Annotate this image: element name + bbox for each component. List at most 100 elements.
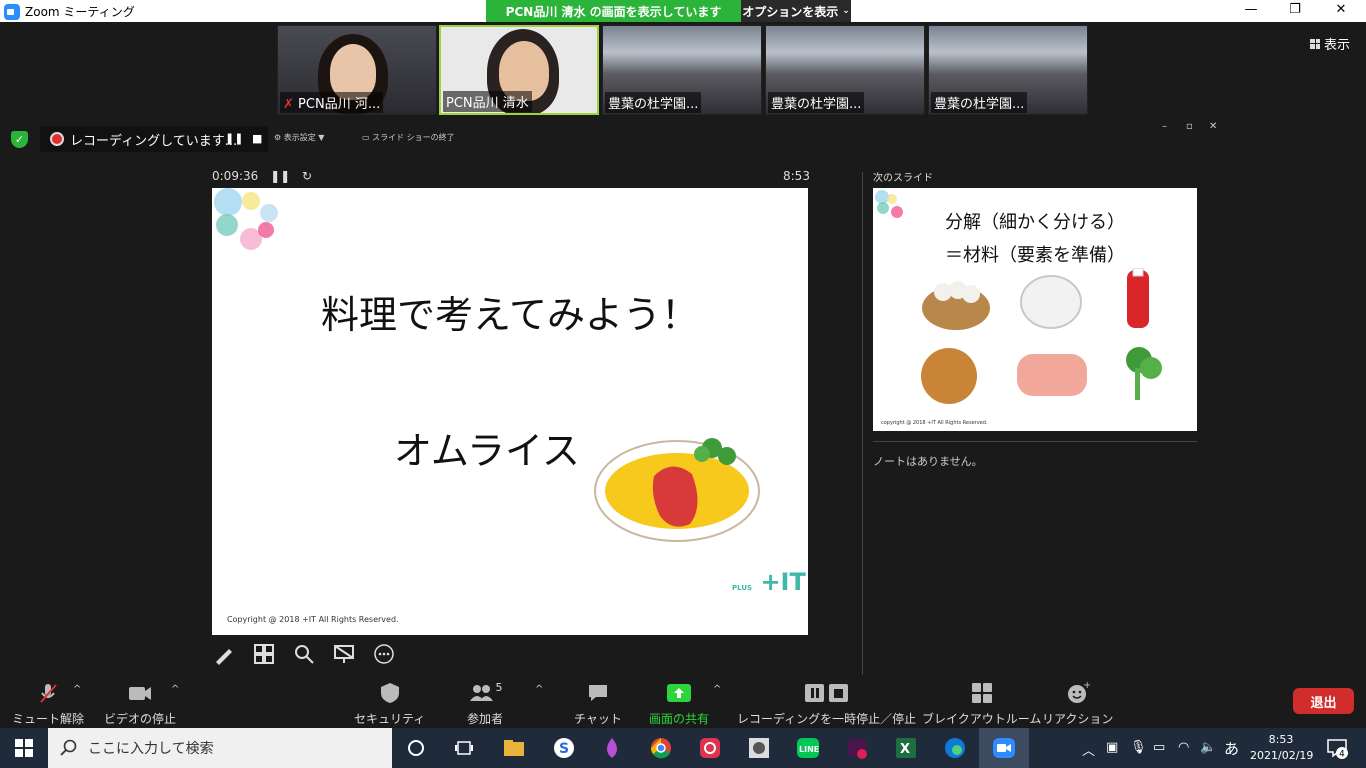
chevron-down-icon: ⌄ xyxy=(842,6,850,16)
file-explorer-icon[interactable] xyxy=(502,736,526,760)
participants-options-caret[interactable]: ^ xyxy=(535,684,543,695)
creative-cloud-icon[interactable] xyxy=(698,736,722,760)
pp-minimize-icon[interactable]: – xyxy=(1162,121,1167,132)
meet-now-icon[interactable]: ▣ xyxy=(1106,740,1118,755)
pp-restore-icon[interactable]: ▫ xyxy=(1186,121,1193,132)
pause-stop-recording-button[interactable]: レコーディングを一時停止／停止 xyxy=(737,681,916,727)
breakout-grid-icon xyxy=(970,681,994,705)
task-view-icon[interactable] xyxy=(452,736,476,760)
plus-it-logo: PLUS +IT xyxy=(732,568,806,596)
next-slide-line1: 分解（細かく分ける） xyxy=(945,212,1125,233)
pause-recording-icon[interactable]: ❚❚ xyxy=(225,132,243,145)
video-camera-icon xyxy=(127,681,153,705)
excel-icon[interactable]: X xyxy=(894,736,918,760)
meeting-toolbar: ミュート解除 ^ ビデオの停止 ^ セキュリティ 5 参加者 ^ チャット 画面… xyxy=(0,676,1366,728)
volume-icon[interactable]: 🔈 xyxy=(1200,740,1216,755)
windows-logo-icon xyxy=(15,739,33,757)
current-slide: 料理で考えてみよう！ オムライス PLUS +IT Copyright @ 20… xyxy=(212,188,808,635)
decor-bubble xyxy=(242,192,260,210)
elapsed-timer: 0:09:36 ❚❚ ↻ xyxy=(212,169,313,183)
microphone-icon[interactable]: 🎙 xyxy=(1130,740,1147,755)
breakout-rooms-button[interactable]: ブレイクアウトルーム xyxy=(922,681,1041,727)
svg-text:X: X xyxy=(900,742,910,757)
video-tile[interactable]: ✗ PCN品川 河... xyxy=(277,25,437,115)
reset-timer-icon[interactable]: ↻ xyxy=(302,169,312,183)
battery-icon[interactable]: ▭ xyxy=(1153,740,1165,755)
video-tile[interactable]: 豊葉の杜学園... xyxy=(928,25,1088,115)
pause-timer-icon[interactable]: ❚❚ xyxy=(270,169,290,183)
maximize-button[interactable]: ❐ xyxy=(1272,2,1318,17)
participant-count: 5 xyxy=(495,681,503,694)
line-icon[interactable]: LINE xyxy=(796,736,820,760)
taskbar-search-box[interactable]: ここに入力して検索 xyxy=(48,728,392,768)
view-options-button[interactable]: オプションを表示 ⌄ xyxy=(741,0,851,22)
svg-text:+: + xyxy=(1083,681,1090,691)
video-tile[interactable]: 豊葉の杜学園... xyxy=(765,25,925,115)
tray-expand-icon[interactable]: ︿ xyxy=(1082,740,1095,759)
speaker-notes: ノートはありません。 xyxy=(873,455,983,468)
ime-indicator[interactable]: あ xyxy=(1224,738,1239,759)
share-banner: PCN品川 清水 の画面を表示しています xyxy=(486,0,741,22)
participant-name: 豊葉の杜学園... xyxy=(605,92,702,113)
next-slide-preview[interactable]: 分解（細かく分ける） ＝材料（要素を準備） copyright @ 2018 +… xyxy=(873,188,1197,431)
zoom-magnifier-icon[interactable] xyxy=(292,642,316,666)
share-options-caret[interactable]: ^ xyxy=(713,684,721,695)
notes-divider xyxy=(873,441,1197,442)
window-title-group: Zoom ミーティング xyxy=(4,3,135,20)
stop-recording-icon[interactable]: ■ xyxy=(252,132,262,145)
notification-center-icon[interactable]: 4 xyxy=(1326,737,1348,763)
slide-title: 料理で考えてみよう！ xyxy=(320,293,700,337)
ingredients-illustration xyxy=(921,268,1162,404)
more-options-icon[interactable] xyxy=(372,642,396,666)
reactions-button[interactable]: + リアクション xyxy=(1042,681,1113,727)
audio-options-caret[interactable]: ^ xyxy=(73,684,81,695)
app-icon-drop[interactable] xyxy=(600,736,624,760)
video-tile[interactable]: 豊葉の杜学園... xyxy=(602,25,762,115)
participant-name: PCN品川 清水 xyxy=(443,91,532,112)
edge-icon[interactable] xyxy=(943,736,967,760)
grid-icon xyxy=(1310,38,1320,49)
view-button[interactable]: 表示 xyxy=(1310,34,1350,53)
emoji-add-icon: + xyxy=(1066,681,1090,705)
zoom-logo-icon xyxy=(4,3,20,20)
share-arrow-icon xyxy=(666,681,692,705)
taskbar-clock[interactable]: 8:53 2021/02/19 xyxy=(1250,732,1313,764)
share-screen-button[interactable]: 画面の共有 xyxy=(649,681,709,727)
decor-bubble xyxy=(887,194,897,204)
end-slideshow-button[interactable]: ▭ スライド ショーの終了 xyxy=(362,132,455,143)
chat-bubble-icon xyxy=(586,681,610,705)
search-icon xyxy=(60,739,77,756)
security-shield-icon[interactable]: ✓ xyxy=(11,131,28,148)
app-icon-s[interactable]: S xyxy=(552,736,576,760)
pen-icon[interactable] xyxy=(212,642,236,666)
windows-taskbar: ここに入力して検索 S LINE X ︿ ▣ 🎙 ▭ ◠ 🔈 あ 8:53 20… xyxy=(0,728,1366,768)
app-icon-globe[interactable] xyxy=(747,736,771,760)
chat-button[interactable]: チャット xyxy=(574,681,622,727)
slide-dish-label: オムライス xyxy=(394,429,580,473)
slack-icon[interactable] xyxy=(845,736,869,760)
windows-start-button[interactable] xyxy=(0,728,48,768)
display-settings-menu[interactable]: ⚙ 表示設定 ▼ xyxy=(274,132,324,143)
all-slides-icon[interactable] xyxy=(252,642,276,666)
mic-muted-icon xyxy=(36,681,60,705)
cortana-icon[interactable] xyxy=(404,736,428,760)
video-options-caret[interactable]: ^ xyxy=(171,684,179,695)
mic-muted-icon: ✗ xyxy=(283,97,294,112)
stop-video-button[interactable]: ビデオの停止 xyxy=(104,681,176,727)
leave-meeting-button[interactable]: 退出 xyxy=(1293,688,1354,714)
decor-bubble xyxy=(260,204,278,222)
view-options-label: オプションを表示 xyxy=(742,4,839,19)
close-button[interactable]: ✕ xyxy=(1318,2,1364,17)
wifi-icon[interactable]: ◠ xyxy=(1178,740,1189,755)
zoom-app-icon[interactable] xyxy=(992,736,1016,760)
next-slide-copyright: copyright @ 2018 +IT All Rights Reserved… xyxy=(881,420,988,426)
video-tile-active[interactable]: PCN品川 清水 xyxy=(439,25,599,115)
chrome-icon[interactable] xyxy=(649,736,673,760)
pp-close-icon[interactable]: ✕ xyxy=(1209,121,1217,132)
minimize-button[interactable]: — xyxy=(1228,2,1274,17)
black-screen-icon[interactable] xyxy=(332,642,356,666)
participants-button[interactable]: 5 参加者 xyxy=(467,681,503,727)
pane-divider[interactable] xyxy=(862,172,863,675)
svg-text:LINE: LINE xyxy=(799,745,819,754)
security-button[interactable]: セキュリティ xyxy=(354,681,425,727)
